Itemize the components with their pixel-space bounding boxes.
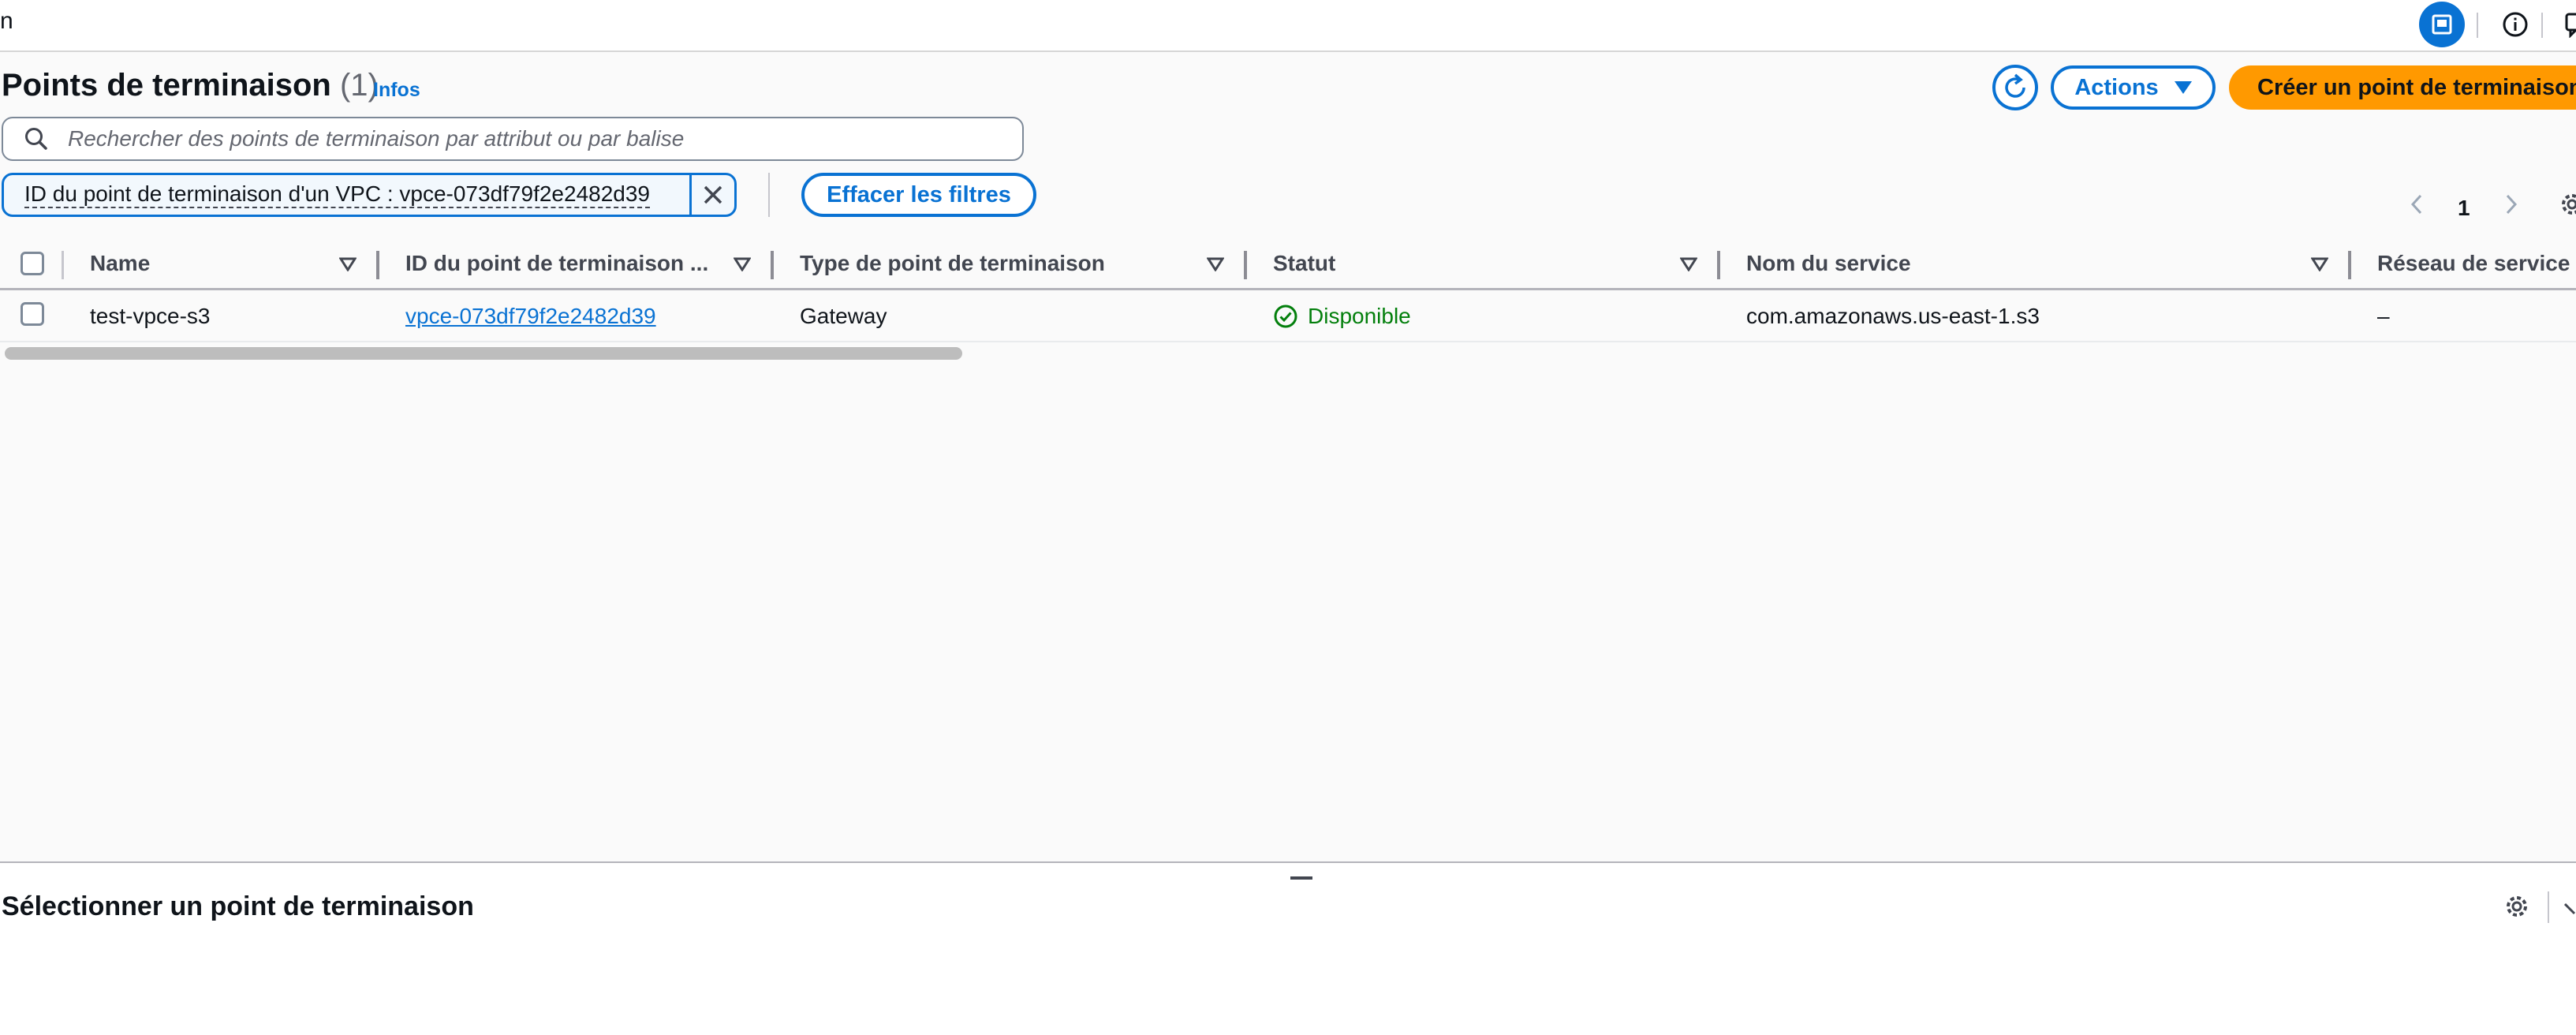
page-title-text: Points de terminaison: [2, 68, 331, 103]
column-header-type[interactable]: Type de point de terminaison: [800, 237, 1105, 290]
collapse-split-panel-button[interactable]: [2563, 898, 2576, 921]
endpoint-id-link[interactable]: vpce-073df79f2e2482d39: [405, 290, 656, 342]
cell-name: test-vpce-s3: [90, 304, 211, 328]
current-page-number[interactable]: 1: [2458, 196, 2470, 221]
column-header-service-network[interactable]: Réseau de service: [2377, 237, 2570, 290]
column-header-service-name[interactable]: Nom du service: [1746, 237, 1911, 290]
feedback-button[interactable]: [2552, 2, 2576, 47]
column-divider: [62, 251, 64, 279]
column-header-status[interactable]: Statut: [1273, 237, 1335, 290]
feedback-icon: [2565, 13, 2576, 38]
cell-service-name: com.amazonaws.us-east-1.s3: [1746, 304, 2040, 328]
chevron-left-icon: [2410, 194, 2422, 215]
status-text: Disponible: [1308, 304, 1411, 328]
cell-status: Disponible: [1273, 290, 1411, 342]
search-placeholder: Rechercher des points de terminaison par…: [68, 126, 685, 151]
truncated-nav-text: n: [0, 8, 13, 34]
column-resizer[interactable]: [771, 251, 774, 279]
sort-icon: [2311, 257, 2328, 271]
split-panel: [0, 863, 2576, 1035]
filter-divider: [768, 173, 770, 217]
toolbar-divider: [2477, 13, 2478, 38]
split-panel-resize-handle[interactable]: [1290, 876, 1312, 880]
info-button[interactable]: [2492, 2, 2538, 47]
top-navigation-strip: n: [0, 0, 2576, 52]
refresh-icon: [2005, 73, 2025, 98]
column-resizer[interactable]: [2348, 251, 2351, 279]
create-endpoint-button[interactable]: Créer un point de terminaison: [2229, 65, 2576, 110]
table-header: Name ID du point de terminaison ... Type…: [0, 237, 2576, 290]
filter-token[interactable]: ID du point de terminaison d'un VPC : vp…: [2, 173, 737, 217]
cell-service-network: –: [2377, 304, 2390, 328]
panel-toggle-button[interactable]: [2419, 2, 2465, 47]
check-circle-icon: [1274, 305, 1297, 328]
chevron-right-icon: [2506, 194, 2518, 215]
sort-icon: [1680, 257, 1697, 271]
toolbar-divider: [2541, 13, 2543, 38]
column-resizer[interactable]: [1717, 251, 1720, 279]
next-page-button[interactable]: [2502, 191, 2521, 222]
column-resizer[interactable]: [1244, 251, 1247, 279]
page-title: Points de terminaison (1): [2, 68, 379, 103]
gear-icon: [2507, 896, 2527, 917]
table-preferences-button[interactable]: [2559, 191, 2576, 222]
sort-icon: [1207, 257, 1224, 271]
close-icon: [704, 185, 722, 204]
search-icon: [24, 125, 52, 153]
column-resizer[interactable]: [376, 251, 379, 279]
row-select-checkbox[interactable]: [21, 302, 44, 326]
caret-down-icon: [2174, 81, 2192, 94]
info-link[interactable]: Infos: [373, 79, 420, 102]
panel-icon: [2432, 14, 2452, 35]
sort-icon: [339, 257, 357, 271]
gear-icon: [2562, 194, 2576, 215]
remove-filter-button[interactable]: [692, 175, 734, 215]
filter-token-label[interactable]: ID du point de terminaison d'un VPC : vp…: [4, 175, 692, 215]
select-all-checkbox[interactable]: [21, 252, 44, 275]
actions-dropdown-button[interactable]: Actions: [2051, 65, 2216, 110]
actions-label: Actions: [2074, 74, 2159, 100]
sort-icon: [734, 257, 751, 271]
split-panel-title: Sélectionner un point de terminaison: [2, 891, 474, 921]
clear-filters-button[interactable]: Effacer les filtres: [801, 173, 1036, 217]
horizontal-scrollbar[interactable]: [5, 347, 962, 360]
previous-page-button[interactable]: [2407, 191, 2426, 222]
column-header-endpoint-id[interactable]: ID du point de terminaison ...: [405, 237, 708, 290]
split-panel-toolbar-divider: [2548, 891, 2549, 923]
refresh-button[interactable]: [1992, 65, 2038, 110]
cell-type: Gateway: [800, 304, 887, 328]
chevron-down-icon: [2563, 902, 2576, 915]
column-header-name[interactable]: Name: [90, 237, 150, 290]
table-row[interactable]: test-vpce-s3 vpce-073df79f2e2482d39 Gate…: [0, 290, 2576, 342]
search-input[interactable]: Rechercher des points de terminaison par…: [2, 117, 1024, 161]
info-icon: [2503, 12, 2528, 37]
split-panel-preferences-button[interactable]: [2503, 893, 2530, 924]
